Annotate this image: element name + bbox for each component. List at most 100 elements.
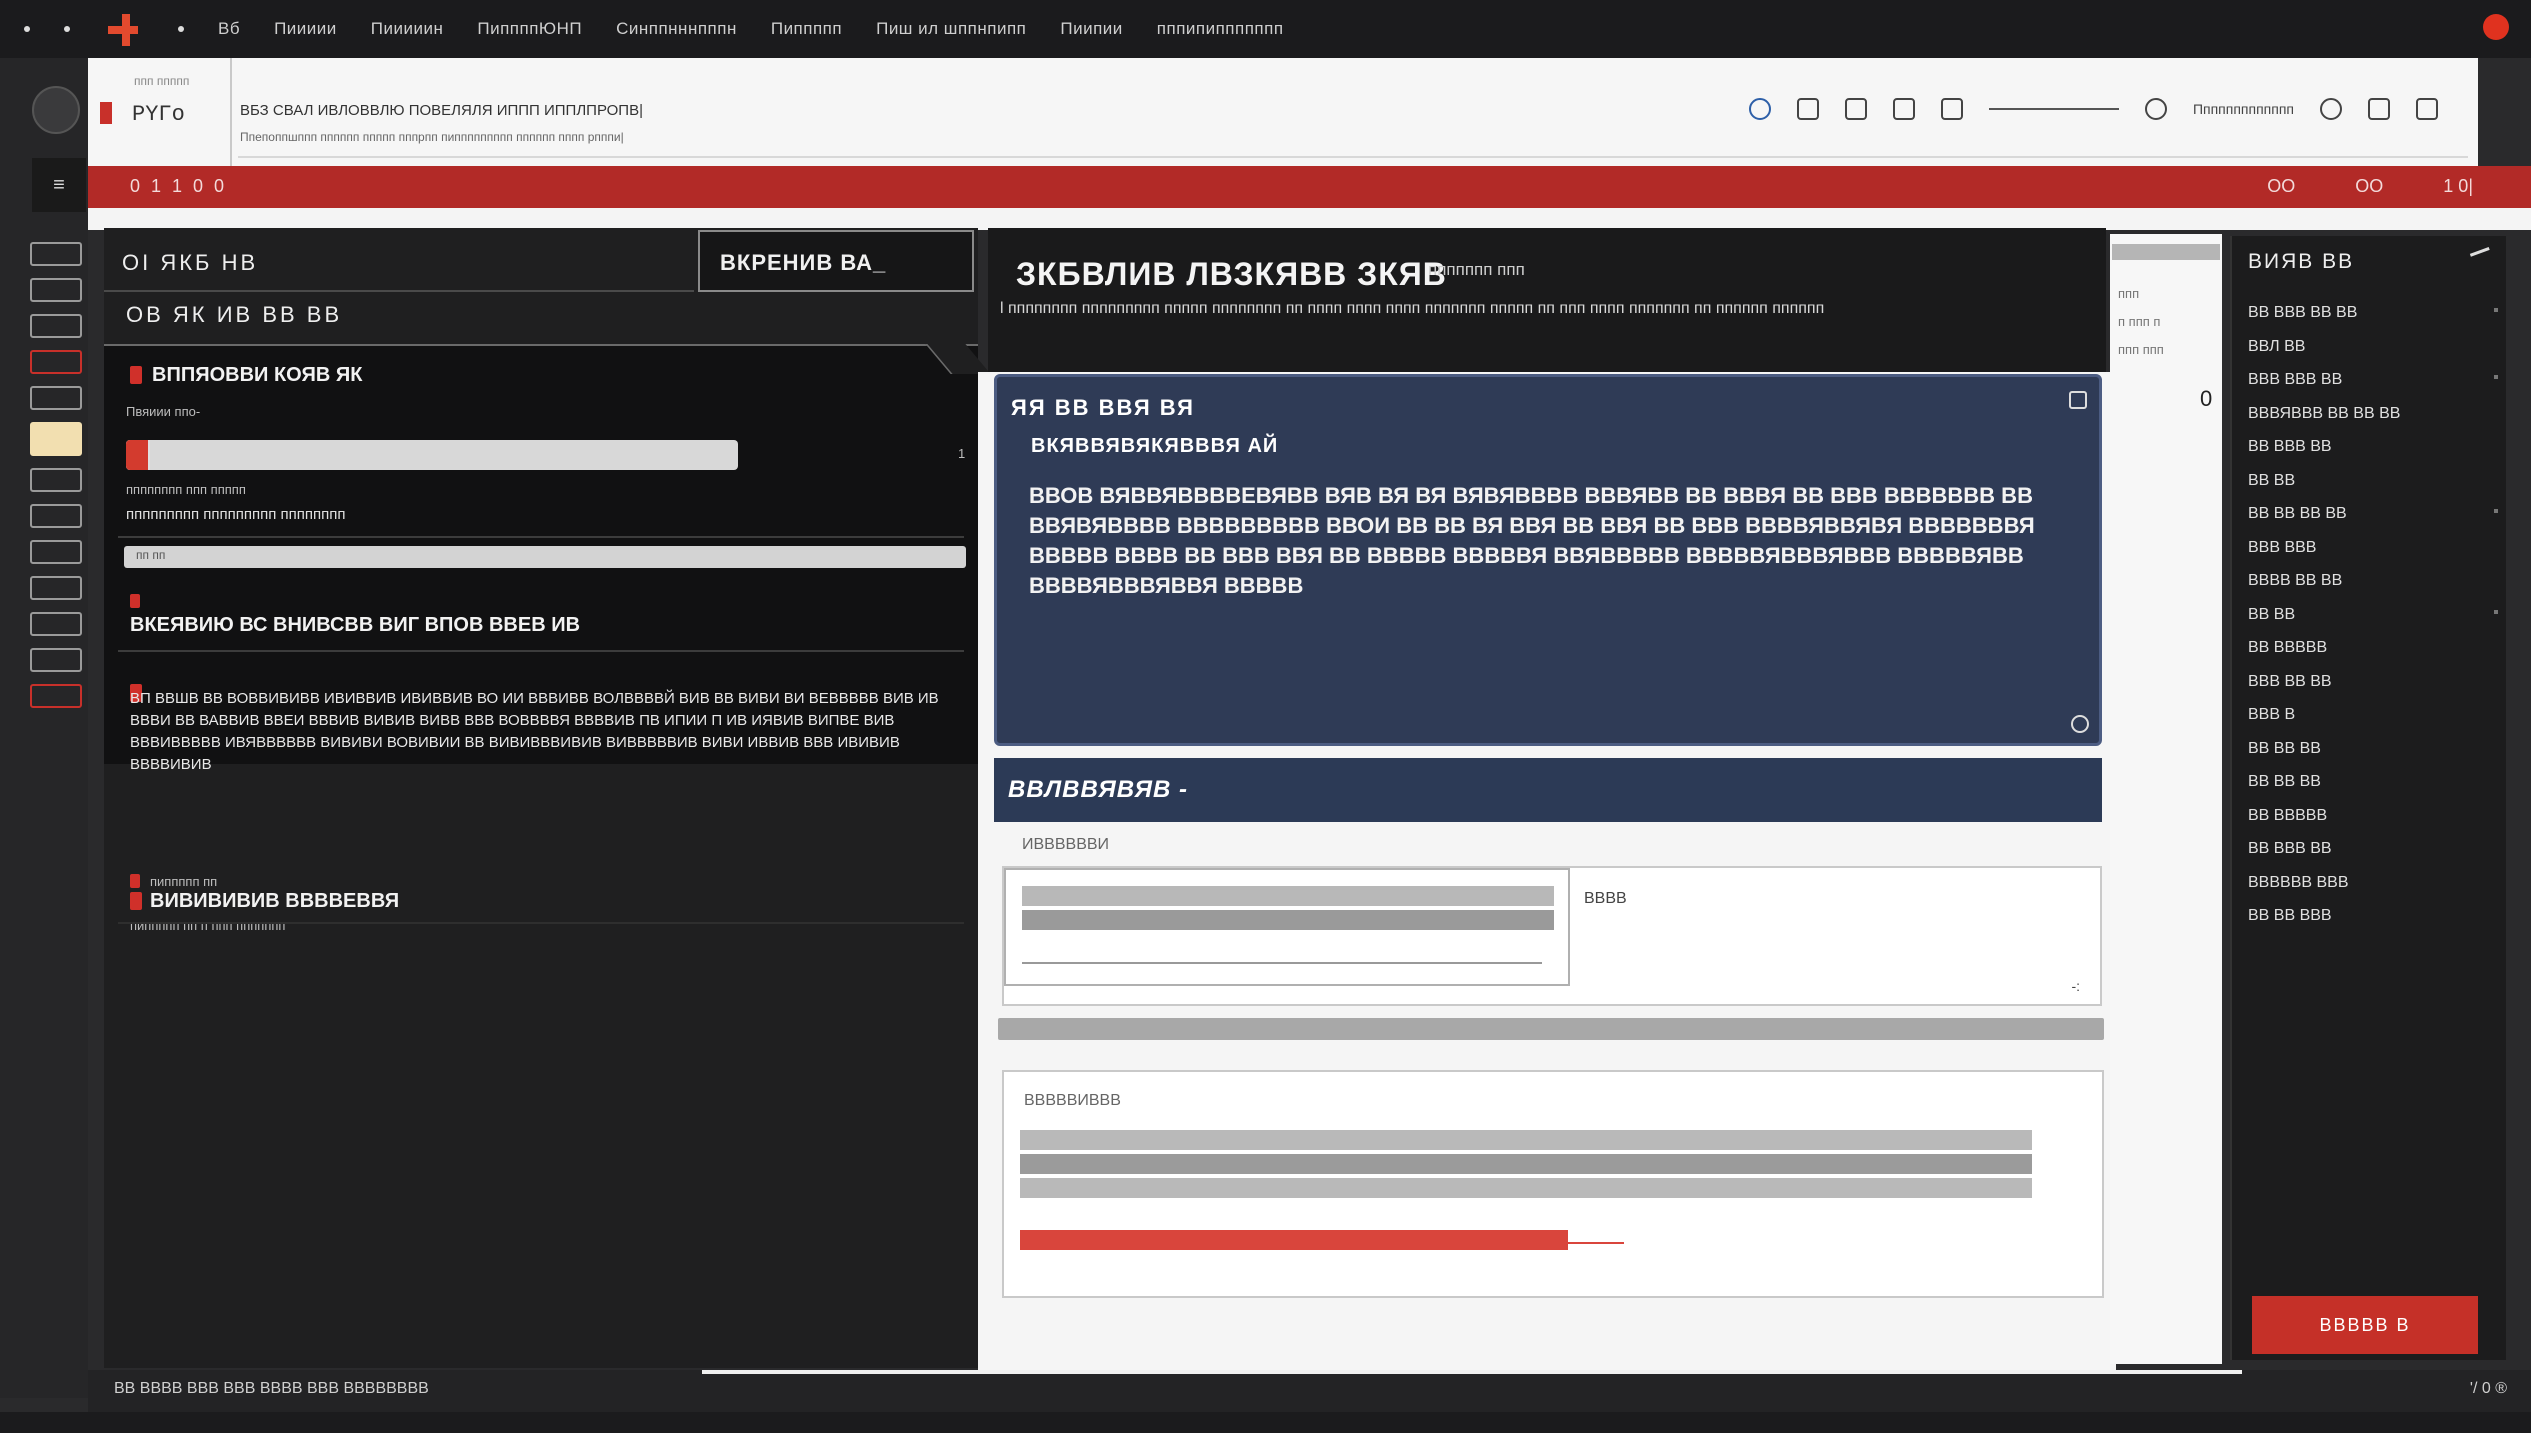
sidebar-item[interactable]: ВВВЯВВВ ВВ ВВ ВВ <box>2248 405 2498 439</box>
tool-link-icon[interactable] <box>30 612 82 636</box>
share-icon[interactable] <box>2469 247 2495 269</box>
more-icon[interactable] <box>2494 609 2498 614</box>
tool-folder-icon[interactable] <box>30 422 82 456</box>
bookmark-icon[interactable] <box>1892 98 1915 120</box>
brand-marker-icon <box>100 102 112 124</box>
sidebar-item[interactable]: ВВ ВВВВВ <box>2248 807 2498 841</box>
sidebar-item[interactable]: ВВ ВВ ВВ <box>2248 740 2498 774</box>
menu-item[interactable]: Пиш ил шппнпипп <box>876 19 1026 39</box>
sidebar-item[interactable]: ВВВ ВВ ВВ <box>2248 673 2498 707</box>
resize-handle-icon[interactable]: -: <box>2071 978 2080 994</box>
sidebar-item[interactable]: ВВЛ ВВ <box>2248 338 2498 372</box>
primary-action-button[interactable]: ВВВВВ В <box>2252 1296 2478 1354</box>
horizontal-scrollbar[interactable] <box>702 1370 2242 1374</box>
menu-item[interactable]: ПиппппЮНП <box>477 19 582 39</box>
globe-icon[interactable] <box>1748 98 1771 120</box>
section-header[interactable]: ВВЛВВЯВЯВ - <box>994 758 2102 822</box>
cursor-icon[interactable] <box>2416 98 2438 120</box>
left-panel-title: ОI ЯКБ НВ <box>122 250 259 275</box>
tool-layout-icon[interactable] <box>30 242 82 266</box>
red-toolbar-action[interactable]: ОО <box>2267 176 2295 197</box>
pen-icon[interactable] <box>2071 715 2089 733</box>
timeline-slider[interactable] <box>1988 108 2119 110</box>
divider <box>104 290 694 292</box>
more-icon[interactable] <box>2494 308 2498 312</box>
tool-grid-icon[interactable] <box>30 278 82 302</box>
record-icon[interactable] <box>2483 14 2509 40</box>
app-logo-icon[interactable] <box>104 12 144 46</box>
text-input[interactable] <box>1004 868 1570 986</box>
tool-media-icon[interactable] <box>30 576 82 600</box>
column-text: ппп <box>2118 286 2140 301</box>
columns-icon[interactable] <box>1796 98 1819 120</box>
left-panel-tab[interactable]: ВКРЕНИВ ВА_ <box>698 230 974 292</box>
text-area[interactable]: ВВВВВИВВВ <box>1002 1070 2104 1298</box>
text-line <box>1022 910 1554 930</box>
menu-toggle-icon[interactable]: ≡ <box>32 158 86 212</box>
brush-icon[interactable] <box>1940 98 1963 120</box>
sidebar-item[interactable]: ВВ ВВ ВВВ <box>2248 907 2498 941</box>
sidebar-item[interactable]: ВВ ВВ ВВ <box>2248 773 2498 807</box>
item-title[interactable]: ВИВИВИВИВ ВВВВЕВВЯ <box>150 890 399 913</box>
sidebar-item[interactable]: ВВВ ВВВ <box>2248 539 2498 573</box>
sidebar-item[interactable]: ВВВ ВВВ ВВ <box>2248 371 2498 405</box>
item-title[interactable]: ВППЯОВВИ КОЯВ ЯК <box>152 364 362 387</box>
sidebar-item[interactable]: ВВВ В <box>2248 706 2498 740</box>
tool-list-icon[interactable] <box>30 386 82 410</box>
link-icon[interactable]: ОО <box>2355 176 2383 197</box>
window-dot[interactable] <box>64 26 70 32</box>
left-toolbar: ≡ <box>0 58 88 1398</box>
brand-block[interactable]: ппп ппппп PYГо <box>88 58 232 166</box>
tool-settings-icon[interactable] <box>30 648 82 672</box>
sidebar-item[interactable]: ВВ ВВ <box>2248 606 2498 640</box>
sidebar-item[interactable]: ВВВВ ВВ ВВ <box>2248 572 2498 606</box>
undo-icon[interactable] <box>2368 98 2390 120</box>
item-title[interactable]: ВКЕЯВИЮ ВС ВНИВСВВ ВИГ ВПОВ ВВЕВ ИВ <box>130 614 580 637</box>
menu-item[interactable]: Пиииии <box>274 19 337 39</box>
field-label: ВВВВВИВВВ <box>1024 1092 1121 1109</box>
tool-chart-icon[interactable] <box>30 468 82 492</box>
summary-card-title: ЯЯ ВВ ВВЯ ВЯ <box>1011 395 1195 420</box>
menu-item[interactable]: Пиипии <box>1060 19 1122 39</box>
tool-alert-icon[interactable] <box>30 684 82 708</box>
column-header-bar <box>2112 244 2220 260</box>
sidebar-item[interactable]: ВВ ВВВВВ <box>2248 639 2498 673</box>
tool-panel-icon[interactable] <box>30 314 82 338</box>
window-dot[interactable] <box>24 26 30 32</box>
breadcrumb[interactable]: ВБЗ СВАЛ ИВЛОВВЛЮ ПОВЕЛЯЛЯ ИППП ИППЛПРОП… <box>240 102 643 119</box>
tool-table-icon[interactable] <box>30 504 82 528</box>
menu-item[interactable]: Пииииин <box>371 19 444 39</box>
sidebar-item[interactable]: ВВВВВВ ВВВ <box>2248 874 2498 908</box>
menu-item[interactable]: пппипиппппппп <box>1157 19 1284 39</box>
tool-doc-icon[interactable] <box>30 540 82 564</box>
cursor-marker <box>1568 1242 1624 1244</box>
red-toolbar-action[interactable]: 1 0| <box>2443 176 2473 197</box>
more-icon[interactable] <box>2494 375 2498 379</box>
circle-icon[interactable] <box>2320 98 2342 120</box>
sidebar-item[interactable]: ВВ ВВВ ВВ ВВ <box>2248 304 2498 338</box>
tool-record-icon[interactable] <box>30 350 82 374</box>
brand-name: PYГо <box>132 102 185 127</box>
secondary-bar[interactable]: пп пп <box>124 546 966 568</box>
more-icon[interactable] <box>2494 509 2498 513</box>
sidebar-item[interactable]: ВВ ВВ ВВ ВВ <box>2248 505 2498 539</box>
sidebar-item[interactable]: ВВ ВВВ ВВ <box>2248 840 2498 874</box>
profile-icon[interactable] <box>32 86 80 134</box>
menu-item[interactable]: Вб <box>218 19 240 39</box>
red-toolbar-left[interactable]: 0 1 1 0 0 <box>130 176 227 197</box>
edit-icon[interactable] <box>2069 391 2087 409</box>
summary-card-subtitle: ВКЯВВЯВЯКЯВВВЯ АЙ <box>1031 435 1279 457</box>
pencil-icon[interactable] <box>1844 98 1867 120</box>
horizontal-scrollbar[interactable] <box>998 1018 2104 1040</box>
status-bar: ВВ ВВВВ ВВВ ВВВ ВВВВ ВВВ ВВВВВВВВ '/ 0 ® <box>88 1370 2531 1412</box>
tab-label: ВКРЕНИВ ВА_ <box>720 250 887 275</box>
menu-item[interactable]: Пиппппп <box>771 19 842 39</box>
priority-marker-icon <box>130 594 140 608</box>
input-box[interactable]: ВВВВ -: <box>1002 866 2102 1006</box>
sidebar-item[interactable]: ВВ ВВВ ВВ <box>2248 438 2498 472</box>
clock-icon[interactable] <box>2144 98 2167 120</box>
sidebar-item[interactable]: ВВ ВВ <box>2248 472 2498 506</box>
status-icons[interactable]: '/ 0 ® <box>2470 1380 2507 1398</box>
page-title: ЗКБВЛИВ ЛВЗКЯВВ ЗКЯВ <box>1016 256 1447 292</box>
menu-item[interactable]: Синппнннпппн <box>616 19 737 39</box>
